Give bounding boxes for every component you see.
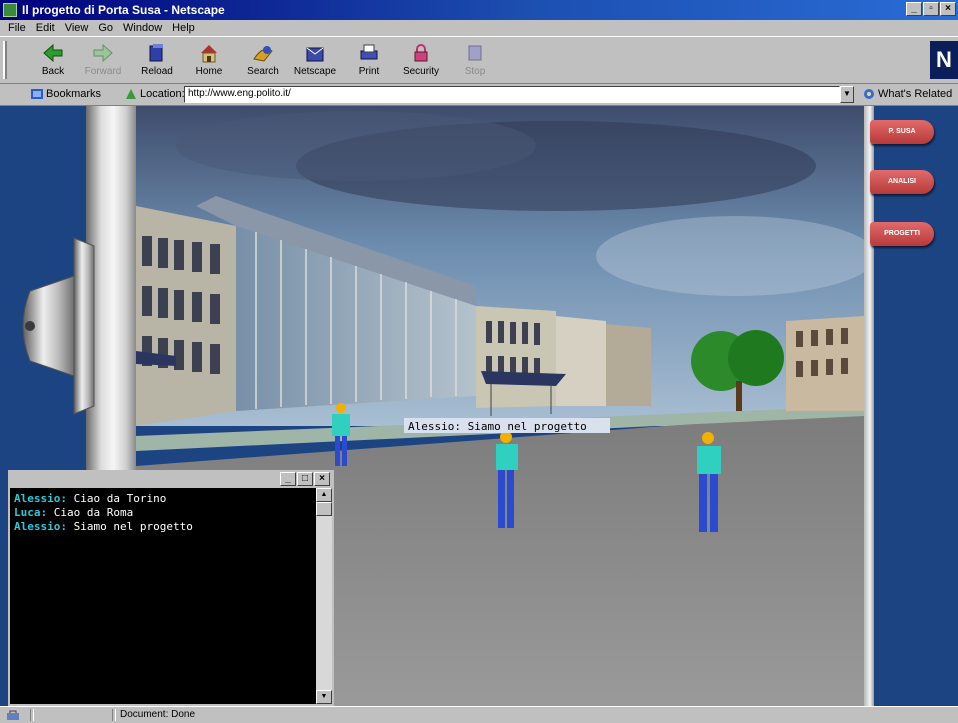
status-separator [112, 709, 116, 721]
chat-text: Ciao da Torino [66, 492, 167, 505]
menu-help[interactable]: Help [172, 20, 195, 36]
location-icon [126, 89, 136, 99]
menu-view[interactable]: View [65, 20, 89, 36]
scroll-thumb[interactable] [316, 502, 332, 516]
chat-user: Luca: [14, 506, 48, 519]
bookmarks-button[interactable]: Bookmarks [46, 88, 101, 100]
close-button[interactable]: × [940, 2, 956, 16]
menu-go[interactable]: Go [98, 20, 113, 36]
status-separator [30, 709, 34, 721]
home-icon [201, 45, 217, 63]
search-icon [253, 46, 273, 62]
back-button[interactable]: Back [30, 41, 76, 81]
chat-title-bar[interactable]: _ □ × [8, 470, 334, 488]
chat-message: Luca: Ciao da Roma [14, 506, 312, 520]
speech-label: Alessio: Siamo nel progetto [408, 420, 587, 433]
menu-button-analisi[interactable]: ANALISI [870, 170, 934, 194]
chat-maximize-button[interactable]: □ [297, 472, 313, 486]
netscape-app-icon [3, 3, 17, 17]
chat-minimize-button[interactable]: _ [280, 472, 296, 486]
page-content: Alessio: Siamo nel progetto P. SUSA ANAL… [0, 106, 958, 706]
whats-related-icon [864, 89, 874, 99]
chat-message: Alessio: Siamo nel progetto [14, 520, 312, 534]
netscape-icon [306, 47, 324, 62]
chat-window: _ □ × Alessio: Ciao da Torino Luca: Ciao… [8, 470, 334, 706]
minimize-button[interactable]: _ [906, 2, 922, 16]
location-label: Location: [140, 88, 185, 100]
window-title: Il progetto di Porta Susa - Netscape [22, 3, 225, 17]
reload-icon [149, 44, 163, 62]
security-button[interactable]: Security [398, 41, 444, 81]
status-bar: Document: Done [0, 706, 958, 723]
chat-message: Alessio: Ciao da Torino [14, 492, 312, 506]
chat-close-button[interactable]: × [314, 472, 330, 486]
chat-log: Alessio: Ciao da Torino Luca: Ciao da Ro… [10, 488, 316, 704]
scroll-down-button[interactable]: ▼ [316, 690, 332, 704]
navigation-toolbar: Back Forward Reload Home Search Netscape… [0, 36, 958, 84]
right-menu-panel: P. SUSA ANALISI PROGETTI [864, 106, 958, 706]
menu-button-progetti[interactable]: PROGETTI [870, 222, 934, 246]
bookmarks-icon [31, 89, 43, 99]
chat-scrollbar[interactable]: ▲ ▼ [316, 488, 332, 704]
home-button[interactable]: Home [186, 41, 232, 81]
menu-bar: File Edit View Go Window Help [0, 20, 958, 36]
whats-related-button[interactable]: What's Related [878, 88, 958, 100]
location-toolbar: Bookmarks Location: http://www.eng.polit… [0, 84, 958, 106]
window-title-bar: Il progetto di Porta Susa - Netscape _ ▫… [0, 0, 958, 20]
menu-window[interactable]: Window [123, 20, 162, 36]
stop-icon [468, 45, 482, 61]
security-status-icon [7, 710, 19, 720]
security-lock-icon [414, 44, 428, 62]
chat-text: Ciao da Roma [47, 506, 134, 519]
toolbar-grip[interactable] [3, 41, 7, 79]
right-panel-edge [864, 106, 874, 706]
maximize-button[interactable]: ▫ [923, 2, 939, 16]
status-text: Document: Done [120, 709, 196, 720]
url-input[interactable]: http://www.eng.polito.it/ [184, 86, 840, 103]
url-dropdown-button[interactable]: ▼ [840, 86, 854, 103]
binder-clip-icon [22, 237, 95, 415]
print-icon [360, 44, 378, 60]
scroll-up-button[interactable]: ▲ [316, 488, 332, 502]
menu-edit[interactable]: Edit [36, 20, 55, 36]
chat-user: Alessio: [14, 492, 67, 505]
stop-button[interactable]: Stop [452, 41, 498, 81]
chat-user: Alessio: [14, 520, 67, 533]
netscape-logo[interactable]: N [930, 41, 958, 79]
reload-button[interactable]: Reload [134, 41, 180, 81]
netscape-button[interactable]: Netscape [292, 41, 338, 81]
forward-arrow-icon [93, 43, 113, 63]
chat-text: Siamo nel progetto [66, 520, 193, 533]
print-button[interactable]: Print [346, 41, 392, 81]
back-arrow-icon [43, 43, 63, 63]
forward-button[interactable]: Forward [80, 41, 126, 81]
search-button[interactable]: Search [240, 41, 286, 81]
menu-file[interactable]: File [8, 20, 26, 36]
menu-button-p-susa[interactable]: P. SUSA [870, 120, 934, 144]
